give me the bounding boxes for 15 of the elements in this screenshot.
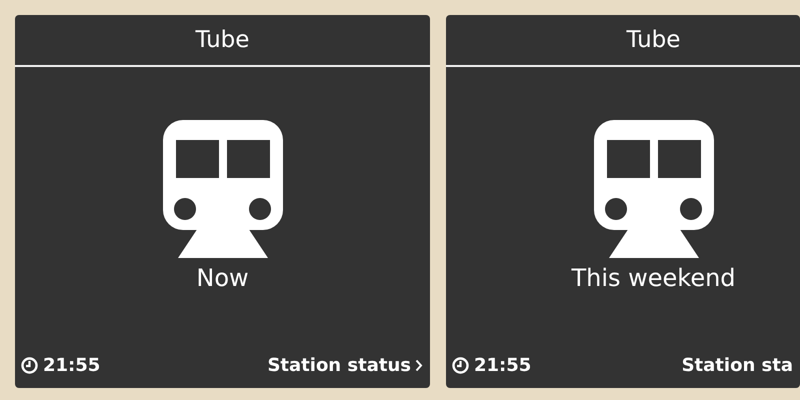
train-icon [594,120,714,260]
train-icon [162,120,282,260]
tube-card[interactable]: Tube Now 21:55 Station status [15,15,430,388]
period-label: This weekend [571,264,736,292]
clock-icon [21,356,38,374]
tube-card[interactable]: Tube This weekend 21:55 Station sta [446,15,800,388]
clock-icon [452,356,469,374]
update-time: 21:55 [474,354,532,376]
card-title: Tube [626,27,680,53]
chevron-icon [415,358,423,372]
station-status-link[interactable]: Station status [267,354,423,376]
card-title: Tube [196,27,250,53]
period-label: Now [196,264,249,292]
update-time: 21:55 [43,354,100,376]
station-status-link[interactable]: Station sta [682,354,793,376]
